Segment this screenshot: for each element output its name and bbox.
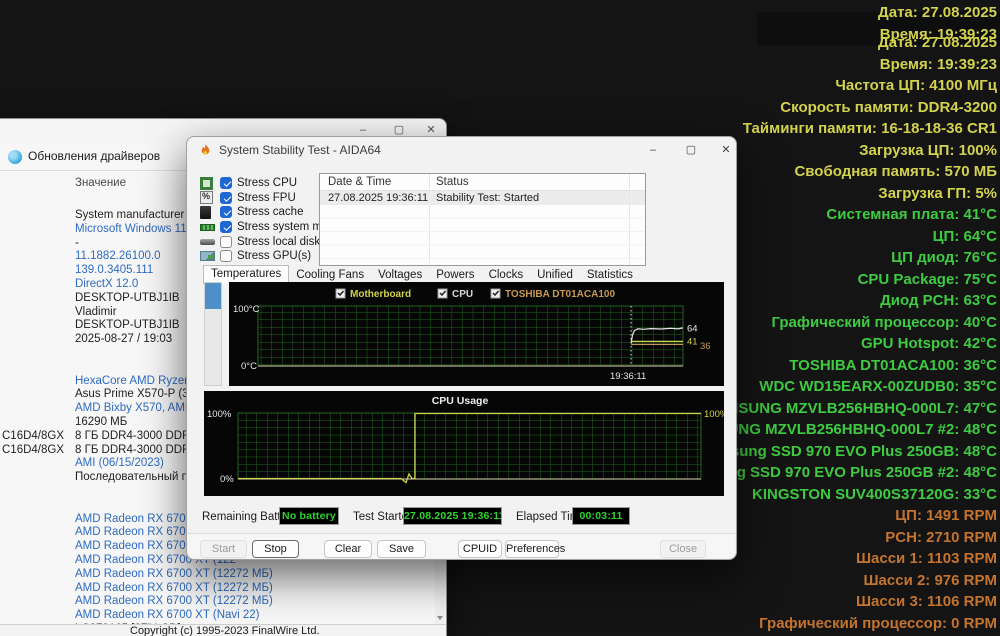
- value-column-header[interactable]: Значение: [75, 177, 126, 189]
- gpu-icon: [200, 251, 215, 262]
- checkbox[interactable]: [220, 206, 232, 219]
- log-status: Stability Test: Started: [436, 192, 540, 204]
- minimize-icon[interactable]: –: [635, 137, 671, 163]
- y-axis-min: 0°C: [241, 361, 257, 372]
- empty-rows: [320, 205, 645, 265]
- legend-motherboard[interactable]: Motherboard: [350, 289, 411, 300]
- legend-cpu[interactable]: CPU: [452, 289, 473, 300]
- cpuid-button[interactable]: CPUID: [458, 540, 502, 558]
- column-header-date[interactable]: Date & Time: [328, 176, 391, 188]
- stress-option-label: Stress FPU: [237, 191, 296, 204]
- fpu-icon: [200, 191, 213, 205]
- value-row[interactable]: AMD Radeon RX 6700 XT (12272 МБ): [0, 568, 435, 582]
- cpu-usage-chart: CPU Usage 100% 0% 100%: [204, 391, 724, 496]
- cache-icon: [200, 205, 211, 219]
- close-button[interactable]: Close: [660, 540, 706, 558]
- log-datetime: 27.08.2025 19:36:11: [328, 192, 429, 204]
- table-header: Date & Time Status: [320, 174, 645, 191]
- preferences-button[interactable]: Preferences: [505, 540, 565, 558]
- checkbox[interactable]: [220, 191, 232, 204]
- titlebar[interactable]: System Stability Test - AIDA64 – ▢ ✕: [187, 137, 736, 163]
- value-row[interactable]: AMD Radeon RX 6700 XT (12272 МБ): [0, 582, 435, 596]
- desktop: Дата: 27.08.2025 Время: 19:39:23 Дата: 27…: [0, 0, 1000, 636]
- stress-option-label: Stress cache: [237, 206, 304, 219]
- button-bar: Start Stop Clear Save CPUID Preferences Close: [188, 533, 735, 558]
- test-log-table[interactable]: Date & Time Status 27.08.2025 19:36:11 S…: [319, 173, 646, 266]
- end-label-motherboard: 41: [687, 337, 698, 348]
- flame-icon: [201, 143, 210, 155]
- cpu-icon: [200, 176, 213, 190]
- chart-title: CPU Usage: [432, 395, 489, 407]
- stress-option-label: Stress local disks: [237, 235, 326, 248]
- copyright-text: Copyright (c) 1995-2023 FinalWire Ltd.: [130, 625, 320, 636]
- osd-line: Скорость памяти: DDR4-3200: [780, 98, 997, 116]
- checkbox[interactable]: [220, 250, 232, 263]
- window-title: System Stability Test - AIDA64: [219, 143, 381, 157]
- save-button[interactable]: Save: [377, 540, 426, 558]
- osd-line: Дата: 27.08.2025: [878, 34, 997, 51]
- status-bar: Copyright (c) 1995-2023 FinalWire Ltd.: [0, 624, 446, 636]
- field-fragment: C16D4/8GX: [2, 429, 65, 442]
- checkbox[interactable]: [220, 221, 232, 234]
- start-button[interactable]: Start: [200, 540, 247, 558]
- checkbox[interactable]: [220, 235, 232, 248]
- value-row[interactable]: AMD Radeon RX 6700 XT (12272 МБ): [0, 595, 435, 609]
- osd-line: Дата: 27.08.2025: [878, 4, 997, 21]
- scrollbar-thumb[interactable]: [205, 283, 221, 309]
- maximize-icon[interactable]: ▢: [673, 137, 709, 163]
- value-row[interactable]: AMD Radeon RX 6700 XT (Navi 22): [0, 609, 435, 623]
- end-label-toshiba: 36: [700, 341, 711, 352]
- osd-line: Графический процессор: 0 RPM: [759, 614, 997, 632]
- remaining-battery-value: No battery: [279, 507, 339, 525]
- osd-line: Шасси 2: 976 RPM: [863, 571, 997, 589]
- driver-updates-icon: [8, 150, 22, 164]
- field-fragment: C16D4/8GX: [2, 443, 65, 456]
- close-icon[interactable]: ✕: [708, 137, 744, 163]
- clear-button[interactable]: Clear: [324, 540, 372, 558]
- legend-toshiba[interactable]: TOSHIBA DT01ACA100: [505, 289, 615, 300]
- table-row[interactable]: 27.08.2025 19:36:11 Stability Test: Star…: [320, 191, 645, 205]
- stress-option-label: Stress CPU: [237, 177, 298, 190]
- time-label: 19:36:11: [610, 371, 646, 382]
- column-header-status[interactable]: Status: [436, 176, 469, 188]
- y-axis-max: 100%: [207, 409, 232, 420]
- osd-line: Частота ЦП: 4100 МГц: [835, 77, 997, 94]
- temperature-chart: Motherboard CPU TOSHIBA DT01ACA100 100°C…: [229, 282, 724, 386]
- memory-icon: [200, 223, 215, 231]
- test-started-value: 27.08.2025 19:36:11: [403, 507, 502, 525]
- chart-scrollbar[interactable]: [204, 282, 222, 386]
- osd-line: Шасси 3: 1106 RPM: [855, 593, 997, 610]
- stability-test-window: System Stability Test - AIDA64 – ▢ ✕ Str…: [186, 136, 737, 560]
- osd-line: Время: 19:39:23: [879, 55, 997, 73]
- disk-icon: [200, 238, 215, 245]
- stress-option-label: Stress GPU(s): [237, 250, 312, 263]
- current-value-label: 100%: [704, 409, 724, 420]
- driver-updates-item[interactable]: Обновления драйверов: [28, 149, 160, 163]
- end-label-cpu: 64: [687, 324, 698, 335]
- checkbox[interactable]: [220, 177, 232, 190]
- y-axis-max: 100°C: [233, 304, 260, 315]
- elapsed-time-value: 00:03:11: [572, 507, 630, 525]
- stop-button[interactable]: Stop: [252, 540, 299, 558]
- y-axis-min: 0%: [220, 474, 234, 485]
